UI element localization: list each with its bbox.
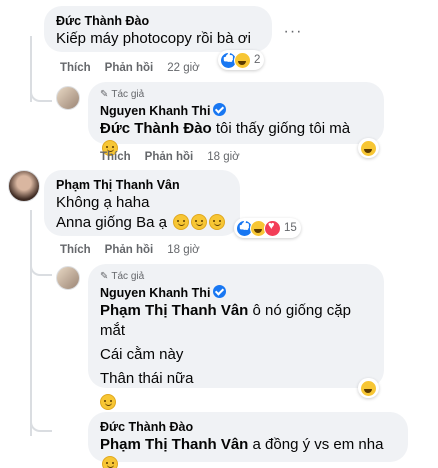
reply-button[interactable]: Phản hồi bbox=[105, 244, 154, 256]
verified-icon bbox=[213, 285, 227, 298]
comment-bubble: Phạm Thị Thanh Vân Không ạ haha Anna giố… bbox=[44, 170, 240, 236]
author-badge: ✎ Tác giả bbox=[100, 89, 145, 100]
comment-actions: Thích Phản hồi 18 giờ bbox=[100, 151, 240, 163]
mention-link[interactable]: Đức Thành Đào bbox=[100, 120, 212, 137]
emoji-icon bbox=[209, 214, 226, 230]
comment-text: Phạm Thị Thanh Vân a đồng ý vs em nha bbox=[100, 435, 396, 468]
author-badge: ✎ Tác giả bbox=[100, 271, 145, 282]
comment-text: Không ạ haha bbox=[56, 194, 150, 211]
love-icon bbox=[264, 219, 281, 237]
avatar[interactable] bbox=[8, 170, 40, 202]
more-options-icon[interactable]: ··· bbox=[283, 24, 303, 40]
comment-author[interactable]: Đức Thành Đào bbox=[56, 13, 260, 29]
thread-connector bbox=[30, 418, 52, 432]
haha-icon bbox=[234, 51, 251, 69]
reaction-summary[interactable] bbox=[358, 378, 379, 398]
comment-bubble: Đức Thành Đào Kiếp máy photocopy rồi bà … bbox=[44, 6, 272, 52]
reaction-count: 15 bbox=[284, 222, 297, 234]
reaction-summary[interactable] bbox=[358, 138, 379, 158]
like-button[interactable]: Thích bbox=[100, 151, 131, 163]
comment-bubble: ✎ Tác giả Nguyen Khanh Thi Đức Thành Đào… bbox=[88, 82, 384, 156]
timestamp[interactable]: 18 giờ bbox=[167, 244, 199, 256]
reply-button[interactable]: Phản hồi bbox=[105, 62, 154, 74]
like-button[interactable]: Thích bbox=[60, 62, 91, 74]
timestamp[interactable]: 18 giờ bbox=[207, 151, 239, 163]
comment-text: Kiếp máy photocopy rồi bà ơi bbox=[56, 30, 251, 47]
reaction-count: 2 bbox=[254, 54, 261, 66]
emoji-icon bbox=[191, 214, 208, 230]
comment-author[interactable]: Đức Thành Đào bbox=[100, 419, 396, 435]
pen-icon: ✎ bbox=[100, 271, 109, 282]
reply-button[interactable]: Phản hồi bbox=[145, 151, 194, 163]
comment-text: Phạm Thị Thanh Vân ô nó giống cặp mắt bbox=[100, 302, 351, 339]
comment-bubble: ✎ Tác giả Nguyen Khanh Thi Phạm Thị Than… bbox=[88, 264, 384, 410]
mention-link[interactable]: Phạm Thị Thanh Vân bbox=[100, 436, 248, 453]
thread-connector bbox=[30, 88, 52, 102]
comment-actions: Thích Phản hồi 18 giờ bbox=[60, 244, 200, 256]
laugh-emoji-icon bbox=[100, 394, 116, 410]
thread-connector bbox=[30, 262, 52, 276]
haha-icon bbox=[360, 379, 377, 397]
comment-bubble: Đức Thành Đào Phạm Thị Thanh Vân a đồng … bbox=[88, 412, 408, 468]
timestamp[interactable]: 22 giờ bbox=[167, 62, 199, 74]
haha-icon bbox=[360, 139, 377, 157]
comment-text: Anna giống Ba ạ bbox=[56, 213, 228, 233]
comment-text: Cái cằm này bbox=[100, 346, 184, 363]
comment-text: Thân thái nữa bbox=[100, 370, 194, 387]
pen-icon: ✎ bbox=[100, 89, 109, 100]
reaction-summary[interactable]: 2 bbox=[218, 50, 265, 70]
avatar[interactable] bbox=[56, 266, 80, 290]
emoji-icon bbox=[173, 214, 190, 230]
reaction-summary[interactable]: 15 bbox=[234, 218, 301, 238]
comment-author[interactable]: Phạm Thị Thanh Vân bbox=[56, 177, 228, 193]
comment-author[interactable]: Nguyen Khanh Thi bbox=[100, 104, 210, 118]
comment-author[interactable]: Nguyen Khanh Thi bbox=[100, 286, 210, 300]
mention-link[interactable]: Phạm Thị Thanh Vân bbox=[100, 302, 248, 319]
like-button[interactable]: Thích bbox=[60, 244, 91, 256]
comment-actions: Thích Phản hồi 22 giờ bbox=[60, 62, 200, 74]
smile-emoji-icon bbox=[102, 456, 118, 468]
thread-line bbox=[30, 276, 32, 436]
verified-icon bbox=[213, 103, 227, 116]
avatar[interactable] bbox=[56, 86, 80, 110]
